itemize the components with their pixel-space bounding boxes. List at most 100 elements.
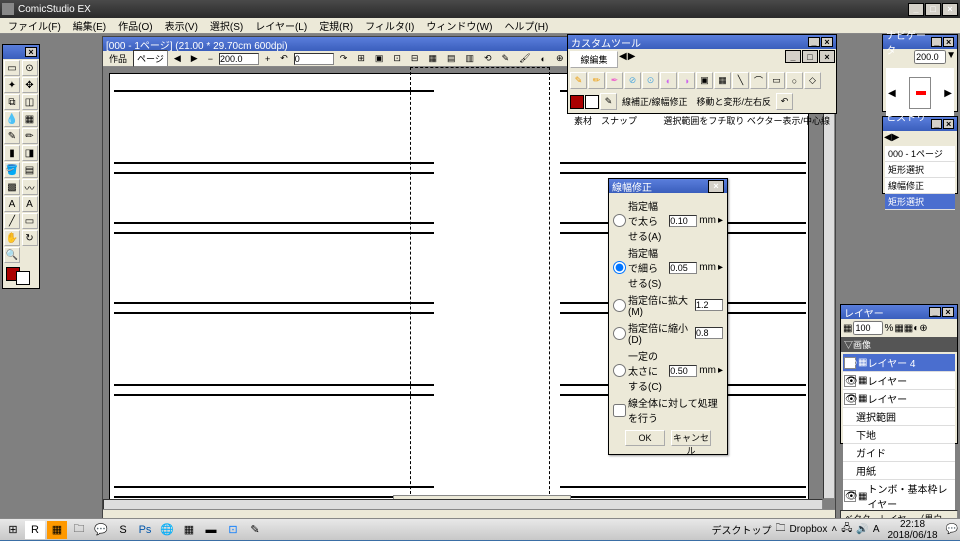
history-item[interactable]: 矩形選択 [885,162,955,178]
menu-help[interactable]: ヘルプ(H) [498,17,554,34]
pattern-tool[interactable]: ▩ [4,179,20,195]
tab-line-edit[interactable]: 線編集 [570,51,618,68]
nav-next-icon[interactable]: ▶ [187,51,202,66]
menubar: ファイル(F) 編集(E) 作品(O) 表示(V) 選択(S) レイヤー(L) … [0,18,960,34]
menu-edit[interactable]: 編集(E) [67,17,112,34]
rotate-tool[interactable]: ↻ [22,230,38,246]
pen-tool[interactable]: ✎ [4,128,20,144]
ok-button[interactable]: OK [625,430,665,446]
menu-ruler[interactable]: 定規(R) [313,17,359,34]
layer-item[interactable]: 下地 [843,426,955,444]
main-area: × ▭⊙ ✦✥ ⧉◫ 💧▦ ✎✏ ▮◨ 🪣▤ ▩〰 AA ╱▭ ✋↻ 🔍 [00… [0,34,960,524]
menu-work[interactable]: 作品(O) [112,17,158,34]
layer-item[interactable]: 用紙 [843,462,955,480]
opt-shrink-radio[interactable] [613,327,626,340]
tray-up-icon[interactable]: ˄ [831,524,837,535]
move-tool[interactable]: ✥ [22,77,38,93]
layer-item[interactable]: 👁▦トンボ・基本枠レイヤー [843,480,955,513]
opt-thin-radio[interactable] [613,261,626,274]
text2-tool[interactable]: A [22,196,38,212]
opt-thicken-radio[interactable] [613,214,626,227]
rotate-left-icon[interactable]: ↶ [276,51,292,66]
whole-line-check[interactable] [613,404,626,417]
nav-prev-icon[interactable]: ◀ [170,51,185,66]
layer-item[interactable]: 👁▦レイヤー 4 [843,354,955,372]
menu-filter[interactable]: フィルタ(I) [359,17,420,34]
tray-net-icon[interactable]: 🖧 [841,521,852,538]
menu-view[interactable]: 表示(V) [159,17,204,34]
rect-select-tool[interactable]: ▭ [4,60,20,76]
cancel-button[interactable]: キャンセル [671,430,711,446]
layer-item[interactable]: 選択範囲 [843,408,955,426]
frame-tool[interactable]: ▦ [22,111,38,127]
crop-tool[interactable]: ⧉ [4,94,20,110]
toolbox-close[interactable]: × [25,47,37,57]
gradient-tool[interactable]: ▤ [22,162,38,178]
zoom-input[interactable] [219,53,259,65]
menu-file[interactable]: ファイル(F) [2,17,67,34]
tray-desktop[interactable]: デスクトップ [712,522,772,537]
start-button[interactable]: ⊞ [3,521,23,539]
opt-enlarge-radio[interactable] [613,299,626,312]
layers-panel: レイヤー_× ▦%▦▦◐⊕ ▽画像 👁▦レイヤー 4 👁▦レイヤー 👁▦レイヤー… [840,304,958,444]
nav-zoom[interactable] [914,50,946,64]
layer-item[interactable]: 👁▦レイヤー [843,372,955,390]
line-width-dialog: 線幅修正× 指定幅で太らせる(A)mm▸ 指定幅で細らせる(S)mm▸ 指定倍に… [608,178,728,455]
customtool-panel: カスタムツール_× _□× 線編集◀▶ ✎✏✒ ⊘⊙◐ ◑▣▦ ╲⌒▭○◇ ✎ … [567,34,837,114]
brush-tool[interactable]: 〰 [22,179,38,195]
navigator-panel: ナビゲータ_× ▼ ◀▶ [882,34,958,112]
ct-bg-color[interactable] [585,95,599,109]
opacity-input[interactable] [853,321,883,335]
pencil-tool[interactable]: ✏ [22,128,38,144]
history-panel: ヒストリー_× ◀▶ 000 - 1ページ 矩形選択 線幅修正 矩形選択 [882,116,958,194]
layer-item[interactable]: 👁▦レイヤー [843,390,955,408]
dialog-close[interactable]: × [708,180,724,193]
eraser-tool[interactable]: ◨ [22,145,38,161]
task-app2[interactable]: ▦ [47,521,67,539]
tray-clock[interactable]: 22:182018/06/18 [883,519,941,541]
tray-dropbox[interactable]: Dropbox [790,524,828,535]
task-app1[interactable]: R [25,521,45,539]
text-tool[interactable]: A [4,196,20,212]
history-item[interactable]: 線幅修正 [885,178,955,194]
marker-tool[interactable]: ▮ [4,145,20,161]
eyedrop-tool[interactable]: 💧 [4,111,20,127]
hand-tool[interactable]: ✋ [4,230,20,246]
layer-item[interactable]: ガイド [843,444,955,462]
background-color[interactable] [16,271,30,285]
tab-work[interactable]: 作品 [105,50,131,67]
lasso-tool[interactable]: ⊙ [22,60,38,76]
tray-vol-icon[interactable]: 🔊 [856,524,868,535]
ct-fg-color[interactable] [570,95,584,109]
color-swatch[interactable] [3,264,39,288]
tab-page[interactable]: ページ [133,50,168,67]
maximize-button[interactable]: □ [925,3,941,16]
wand-tool[interactable]: ✦ [4,77,20,93]
actual-icon[interactable]: ▣ [371,51,388,66]
rotate-right-icon[interactable]: ↷ [336,51,352,66]
customtool-min[interactable]: _ [808,37,820,47]
fit-icon[interactable]: ⊞ [353,51,369,66]
fill-tool[interactable]: 🪣 [4,162,20,178]
menu-select[interactable]: 選択(S) [204,17,249,34]
menu-layer[interactable]: レイヤー(L) [249,17,313,34]
zoom-in-icon[interactable]: + [261,52,274,66]
minimize-button[interactable]: _ [908,3,924,16]
line-tool[interactable]: ╱ [4,213,20,229]
close-button[interactable]: × [942,3,958,16]
perspective-tool[interactable]: ◫ [22,94,38,110]
taskbar: ⊞ R ▦ 🗀 💬 S Ps 🌐 ▦ ▬ ⊡ ✎ デスクトップ 🗀Dropbox… [0,518,960,540]
opt-fixed-radio[interactable] [613,364,626,377]
history-item[interactable]: 矩形選択 [885,194,955,210]
shape-tool[interactable]: ▭ [22,213,38,229]
zoom-tool[interactable]: 🔍 [4,247,20,263]
tray-notif-icon[interactable]: 💬 [946,524,958,535]
menu-window[interactable]: ウィンドウ(W) [420,17,498,34]
angle-input[interactable] [294,53,334,65]
zoom-out-icon[interactable]: − [204,52,217,66]
customtool-close[interactable]: × [821,37,833,47]
vertical-scrollbar[interactable] [823,67,835,499]
history-item[interactable]: 000 - 1ページ [885,146,955,162]
toolbox-panel: × ▭⊙ ✦✥ ⧉◫ 💧▦ ✎✏ ▮◨ 🪣▤ ▩〰 AA ╱▭ ✋↻ 🔍 [2,44,40,289]
selection-marquee [410,67,550,499]
